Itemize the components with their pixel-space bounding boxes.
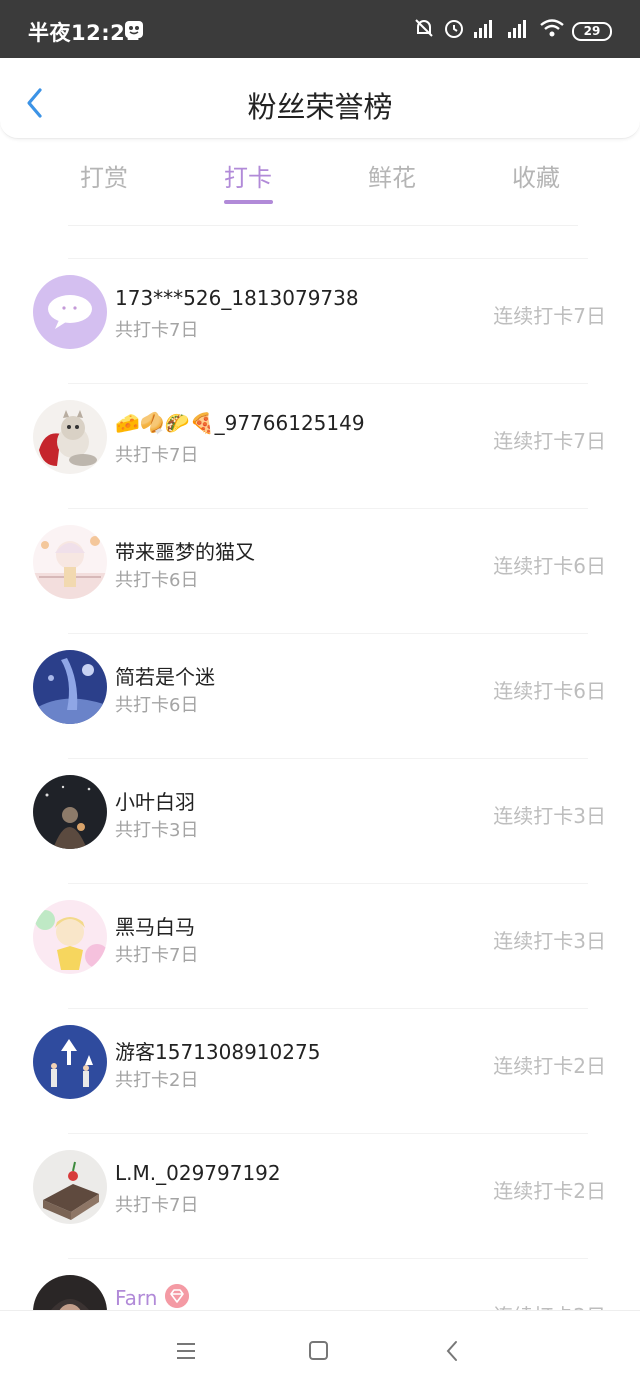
fan-name: 小叶白羽	[115, 790, 195, 814]
divider	[68, 1258, 588, 1259]
streak-checkin: 连续打卡6日	[493, 554, 606, 578]
page-title: 粉丝荣誉榜	[247, 90, 393, 124]
total-checkin: 共打卡7日	[115, 445, 199, 466]
system-nav-bar	[0, 1310, 640, 1388]
divider	[68, 383, 588, 384]
total-checkin: 共打卡6日	[115, 570, 199, 591]
menu-icon[interactable]	[173, 1339, 199, 1363]
total-checkin: 共打卡7日	[115, 945, 199, 966]
divider	[68, 633, 588, 634]
fan-name: 游客1571308910275	[115, 1040, 321, 1064]
fan-name: 🧀🥠🌮🍕_97766125149	[115, 411, 365, 435]
fan-name: 简若是个迷	[115, 665, 215, 689]
fan-name: Farn	[115, 1286, 158, 1310]
divider	[68, 1008, 588, 1009]
fan-name: 173***526_1813079738	[115, 286, 359, 310]
divider	[68, 508, 588, 509]
tab-checkin[interactable]: 打卡	[188, 158, 308, 193]
alarm-icon	[445, 20, 463, 38]
streak-checkin: 连续打卡3日	[493, 804, 606, 828]
hd-signal-icon	[474, 20, 492, 38]
chat-bubble-avatar[interactable]	[33, 275, 107, 349]
tab-reward[interactable]: 打赏	[44, 158, 164, 193]
streak-checkin: 连续打卡2日	[493, 1179, 606, 1203]
divider	[68, 225, 578, 226]
back-triangle-icon[interactable]	[440, 1339, 466, 1363]
list-item[interactable]: 带来噩梦的猫又 共打卡6日 连续打卡6日	[0, 508, 640, 632]
list-item[interactable]: 173***526_1813079738 共打卡7日 连续打卡7日	[0, 258, 640, 382]
status-bar: 半夜12:21 29	[0, 0, 640, 58]
battery-indicator: 29	[572, 22, 612, 41]
cake-avatar[interactable]	[33, 1150, 107, 1224]
header: 粉丝荣誉榜	[0, 58, 640, 139]
fan-name: 黑马白马	[115, 915, 195, 939]
tab-favorites[interactable]: 收藏	[476, 158, 596, 193]
divider	[68, 758, 588, 759]
fan-name: L.M._029797192	[115, 1161, 281, 1185]
total-checkin: 共打卡7日	[115, 320, 199, 341]
tab-bar: 打赏 打卡 鲜花 收藏	[0, 150, 640, 210]
list-item[interactable]: 简若是个迷 共打卡6日 连续打卡6日	[0, 633, 640, 757]
total-checkin: 共打卡3日	[115, 820, 199, 841]
dark-scene-avatar[interactable]	[33, 775, 107, 849]
tab-flowers[interactable]: 鲜花	[332, 158, 452, 193]
divider	[68, 883, 588, 884]
streak-checkin: 连续打卡7日	[493, 304, 606, 328]
status-icons: 29	[412, 16, 612, 44]
fan-name: 带来噩梦的猫又	[115, 540, 255, 564]
anime-boy-avatar[interactable]	[33, 900, 107, 974]
notification-app-icon	[125, 21, 143, 38]
blue-figure-avatar[interactable]	[33, 650, 107, 724]
streak-checkin: 连续打卡2日	[493, 1054, 606, 1078]
mute-bell-icon	[415, 19, 433, 37]
streak-checkin: 连续打卡3日	[493, 929, 606, 953]
home-square-icon[interactable]	[305, 1339, 331, 1363]
wifi-icon	[540, 19, 564, 37]
list-item[interactable]: 游客1571308910275 共打卡2日 连续打卡2日	[0, 1008, 640, 1132]
signal-icon	[508, 20, 526, 38]
total-checkin: 共打卡7日	[115, 1195, 199, 1216]
streak-checkin: 连续打卡6日	[493, 679, 606, 703]
active-tab-indicator	[224, 200, 273, 204]
total-checkin: 共打卡2日	[115, 1070, 199, 1091]
divider	[68, 1133, 588, 1134]
diamond-vip-icon	[165, 1284, 189, 1308]
cat-avatar[interactable]	[33, 400, 107, 474]
list-item[interactable]: L.M._029797192 共打卡7日 连续打卡2日	[0, 1133, 640, 1257]
list-item[interactable]: 黑马白马 共打卡7日 连续打卡3日	[0, 883, 640, 1007]
list-item[interactable]: 🧀🥠🌮🍕_97766125149 共打卡7日 连续打卡7日	[0, 383, 640, 507]
blue-sky-avatar[interactable]	[33, 1025, 107, 1099]
streak-checkin: 连续打卡7日	[493, 429, 606, 453]
list-item[interactable]: 小叶白羽 共打卡3日 连续打卡3日	[0, 758, 640, 882]
total-checkin: 共打卡6日	[115, 695, 199, 716]
anime-girl-avatar[interactable]	[33, 525, 107, 599]
divider	[68, 258, 588, 259]
